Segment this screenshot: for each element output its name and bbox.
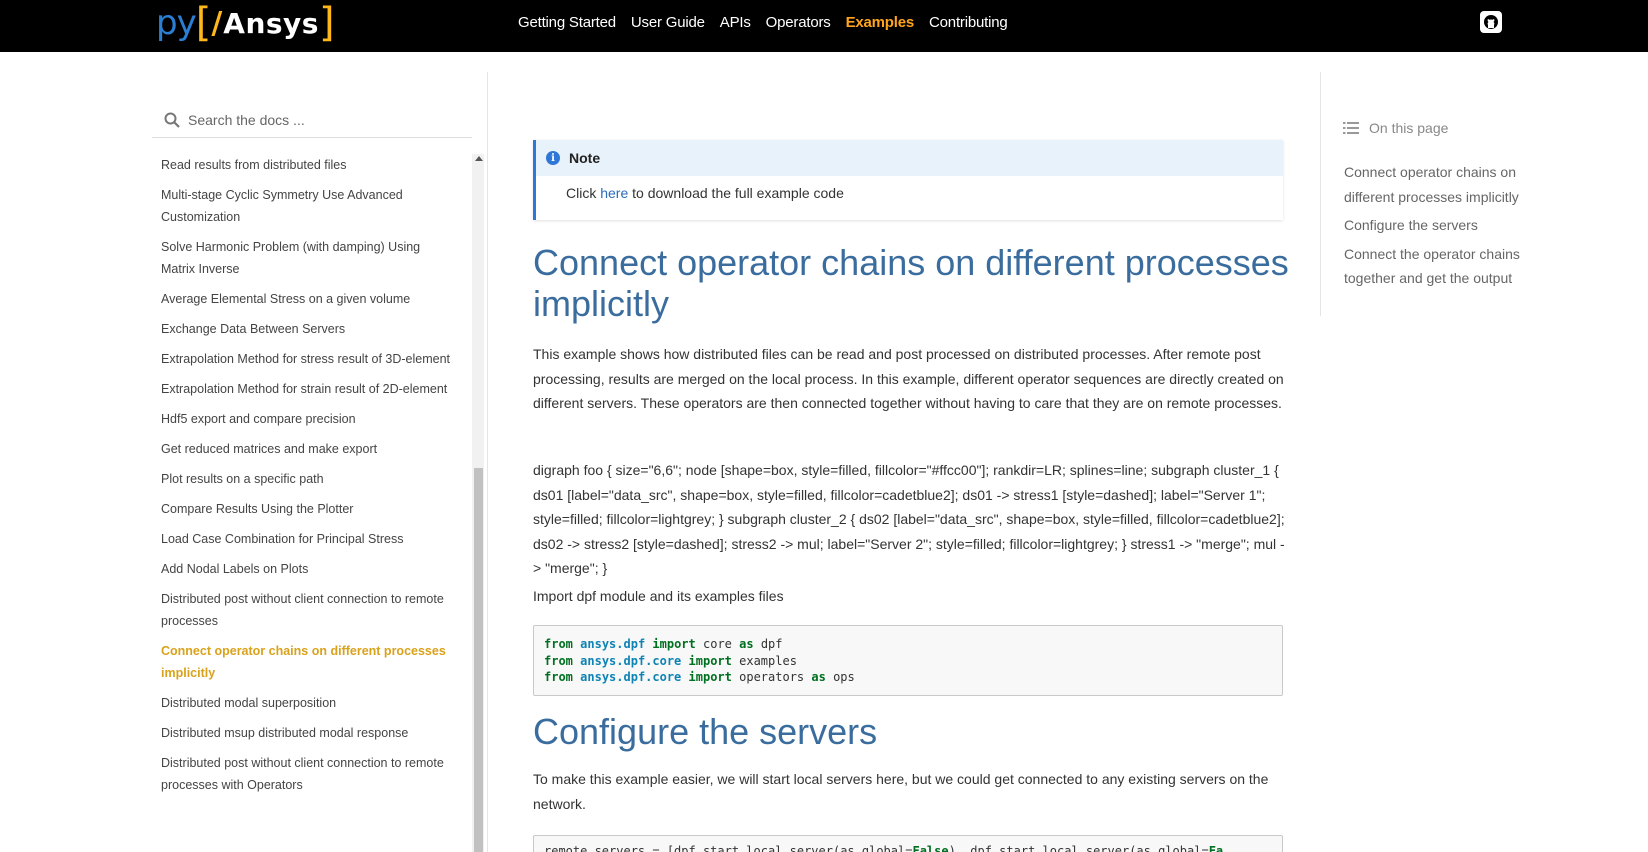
note-admonition: i Note Click here to download the full e…	[533, 140, 1283, 220]
search-icon	[164, 112, 180, 128]
toc-item-configure[interactable]: Configure the servers	[1344, 213, 1524, 238]
search-input[interactable]	[188, 106, 458, 134]
toc-heading-label: On this page	[1369, 120, 1449, 136]
code-line: from ansys.dpf import core as dpf	[544, 637, 783, 651]
on-this-page-toc: On this page Connect operator chains on …	[1320, 72, 1520, 316]
nav-contributing[interactable]: Contributing	[929, 14, 1008, 31]
sidebar-item[interactable]: Plot results on a specific path	[152, 468, 460, 490]
list-icon	[1343, 122, 1359, 134]
note-text-before: Click	[566, 185, 601, 201]
pyansys-logo[interactable]: py [ / Ansys ]	[156, 2, 335, 44]
sidebar-item[interactable]: Multi-stage Cyclic Symmetry Use Advanced…	[152, 184, 460, 228]
sidebar-item[interactable]: Load Case Combination for Principal Stre…	[152, 528, 460, 550]
sidebar-item[interactable]: Get reduced matrices and make export	[152, 438, 460, 460]
logo-slash: /	[211, 5, 223, 41]
code-line: from ansys.dpf.core import operators as …	[544, 670, 855, 684]
nav-user-guide[interactable]: User Guide	[631, 14, 705, 31]
logo-close-bracket: ]	[318, 0, 335, 46]
sidebar-item[interactable]: Extrapolation Method for stress result o…	[152, 348, 460, 370]
toc-item-connect[interactable]: Connect operator chains on different pro…	[1344, 160, 1524, 209]
configure-paragraph: To make this example easier, we will sta…	[533, 771, 1269, 812]
sidebar-item[interactable]: Compare Results Using the Plotter	[152, 498, 460, 520]
sidebar-item[interactable]: Extrapolation Method for strain result o…	[152, 378, 460, 400]
section-title-configure: Configure the servers	[533, 711, 878, 752]
note-title: Note	[569, 150, 601, 166]
note-text-after: to download the full example code	[628, 185, 844, 201]
nav-getting-started[interactable]: Getting Started	[518, 14, 616, 31]
sidebar-nav-list: Read results from distributed files Multi…	[152, 154, 460, 852]
sidebar-item[interactable]: Distributed post without client connecti…	[152, 588, 460, 632]
servers-code-block[interactable]: remote_servers = [dpf.start_local_server…	[533, 835, 1283, 852]
sidebar-item[interactable]: Distributed modal superposition	[152, 692, 460, 714]
search-box	[152, 102, 472, 138]
code-line: from ansys.dpf.core import examples	[544, 653, 797, 668]
nav-examples[interactable]: Examples	[846, 14, 915, 31]
logo-open-bracket: [	[195, 0, 212, 46]
sidebar-item[interactable]: Exchange Data Between Servers	[152, 318, 460, 340]
sidebar-item[interactable]: Read results from distributed files	[152, 154, 460, 176]
sidebar-item[interactable]: Distributed post without client connecti…	[152, 752, 460, 796]
top-navbar: py [ / Ansys ] Getting Started User Guid…	[0, 0, 1648, 52]
main-nav: Getting Started User Guide APIs Operator…	[518, 0, 1023, 44]
sidebar-item[interactable]: Distributed msup distributed modal respo…	[152, 722, 460, 744]
note-body: Click here to download the full example …	[536, 176, 1283, 201]
intro-paragraph: This example shows how distributed files…	[533, 346, 1284, 411]
page-title: Connect operator chains on different pro…	[533, 242, 1289, 324]
import-code-block[interactable]: from ansys.dpf import core as dpf from a…	[533, 625, 1283, 696]
sidebar-scroll-thumb[interactable]	[474, 468, 483, 852]
toc-item-chains-output[interactable]: Connect the operator chains together and…	[1344, 242, 1524, 291]
sidebar-item[interactable]: Average Elemental Stress on a given volu…	[152, 288, 460, 310]
toc-heading: On this page	[1343, 120, 1448, 136]
left-sidebar: Read results from distributed files Multi…	[152, 72, 488, 852]
logo-ansys: Ansys	[223, 6, 319, 40]
sidebar-item[interactable]: Hdf5 export and compare precision	[152, 408, 460, 430]
nav-operators[interactable]: Operators	[766, 14, 831, 31]
github-icon[interactable]	[1480, 11, 1502, 33]
sidebar-item-current[interactable]: Connect operator chains on different pro…	[152, 640, 460, 684]
download-link[interactable]: here	[600, 185, 628, 201]
digraph-text: digraph foo { size="6,6"; node [shape=bo…	[533, 462, 1285, 576]
scroll-up-arrow-icon[interactable]	[475, 156, 483, 161]
nav-apis[interactable]: APIs	[720, 14, 751, 31]
sidebar-item[interactable]: Solve Harmonic Problem (with damping) Us…	[152, 236, 460, 280]
logo-py: py	[156, 3, 197, 43]
sidebar-item[interactable]: Add Nodal Labels on Plots	[152, 558, 460, 580]
note-header: i Note	[536, 140, 1283, 176]
import-paragraph: Import dpf module and its examples files	[533, 588, 784, 604]
info-icon: i	[546, 151, 560, 165]
